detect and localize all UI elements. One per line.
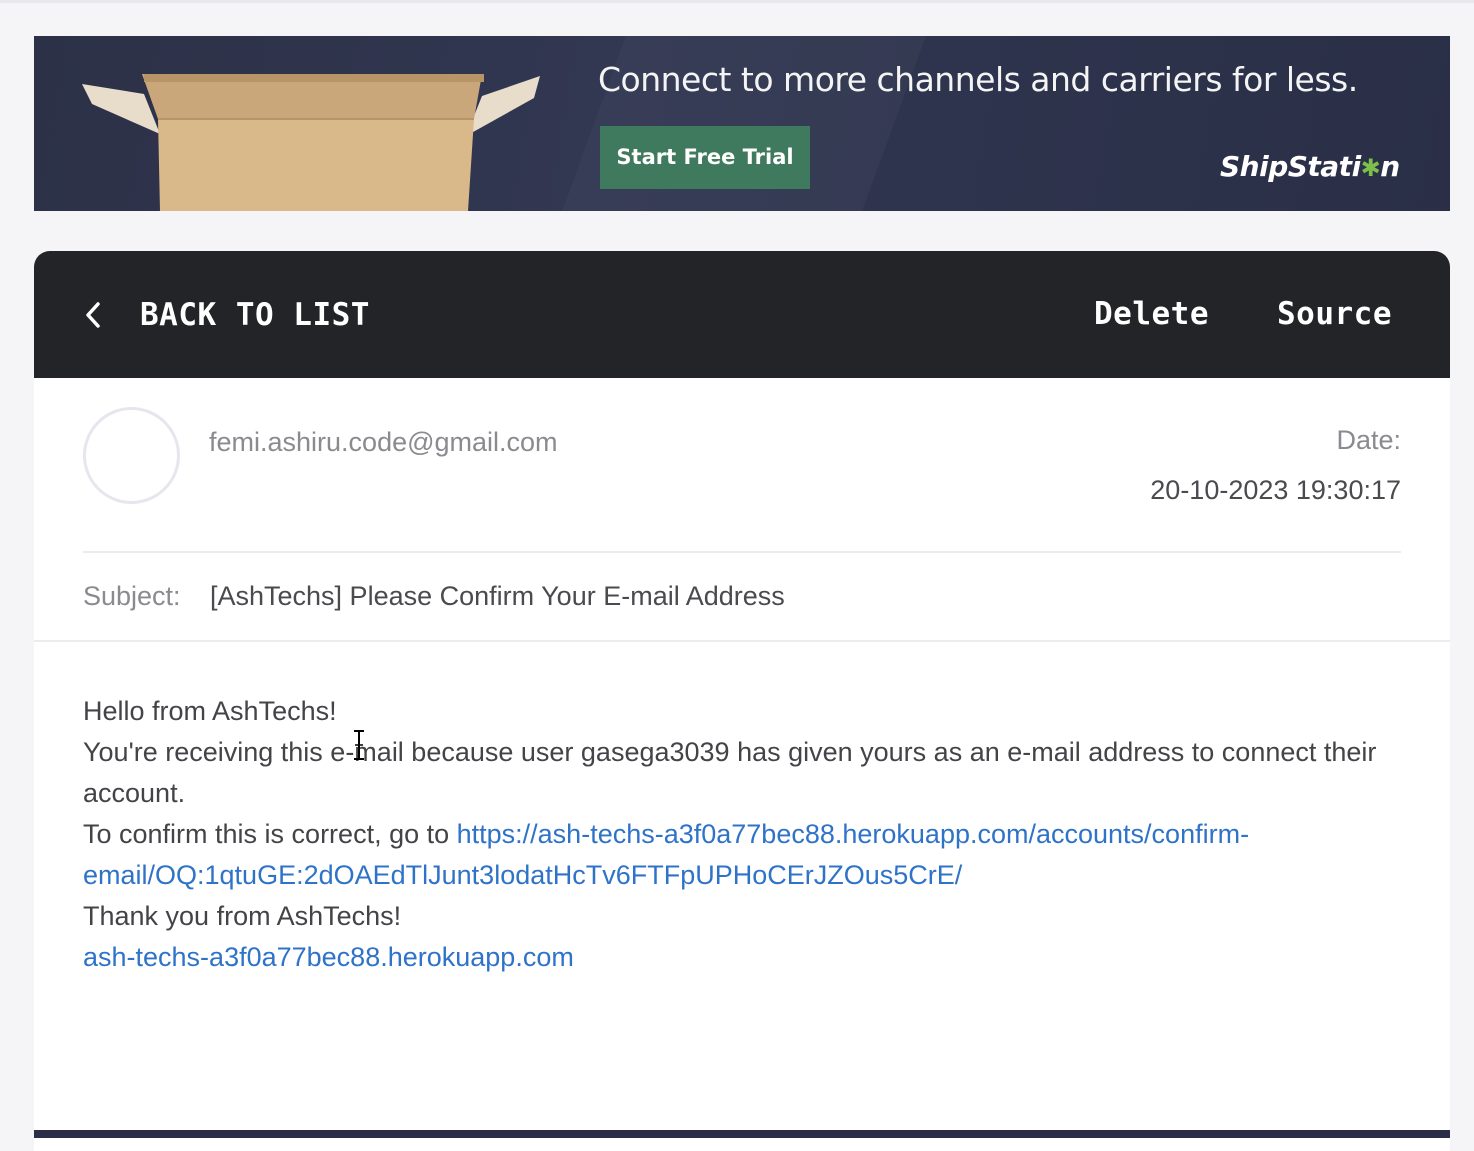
source-button[interactable]: Source: [1277, 251, 1392, 378]
confirm-prefix: To confirm this is correct, go to: [83, 819, 457, 849]
shipstation-logo[interactable]: ShipStati✱n: [1220, 150, 1400, 183]
message-toolbar: BACK TO LIST Delete Source: [34, 251, 1450, 378]
subject-text: [AshTechs] Please Confirm Your E-mail Ad…: [210, 581, 785, 611]
site-link[interactable]: ash-techs-a3f0a77bec88.herokuapp.com: [83, 942, 574, 972]
message-body: Hello from AshTechs! You're receiving th…: [83, 691, 1413, 978]
body-line-receiving: You're receiving this e-mail because use…: [83, 737, 1377, 808]
delete-button[interactable]: Delete: [1094, 251, 1209, 378]
chevron-left-icon: [86, 301, 100, 328]
top-edge: [0, 0, 1474, 3]
header-divider: [83, 551, 1401, 553]
subject-label: Subject:: [83, 581, 181, 611]
avatar: [83, 407, 180, 504]
greeting-line: Hello from AshTechs!: [83, 696, 337, 726]
back-to-list-label: BACK TO LIST: [140, 296, 370, 333]
ad-headline: Connect to more channels and carriers fo…: [598, 60, 1358, 99]
date-value: 20-10-2023 19:30:17: [1150, 475, 1401, 505]
gear-icon: ✱: [1360, 154, 1381, 182]
subject-divider: [34, 640, 1450, 642]
bottom-bar: [34, 1130, 1450, 1138]
message-card: BACK TO LIST Delete Source femi.ashiru.c…: [34, 251, 1450, 1151]
ad-banner[interactable]: Connect to more channels and carriers fo…: [34, 36, 1450, 211]
site-link-line: ash-techs-a3f0a77bec88.herokuapp.com: [83, 937, 1413, 978]
thanks-line: Thank you from AshTechs!: [83, 901, 402, 931]
sender-email: femi.ashiru.code@gmail.com: [209, 427, 558, 457]
text-cursor-icon: [354, 730, 364, 760]
body-line-confirm: To confirm this is correct, go to https:…: [83, 814, 1413, 896]
start-free-trial-button[interactable]: Start Free Trial: [600, 126, 810, 189]
date-label: Date:: [1336, 425, 1401, 455]
back-to-list-button[interactable]: BACK TO LIST: [82, 251, 370, 378]
cardboard-box-icon: [82, 64, 542, 211]
brand-text-suffix: n: [1380, 150, 1400, 183]
brand-text-prefix: ShipStati: [1220, 150, 1361, 183]
